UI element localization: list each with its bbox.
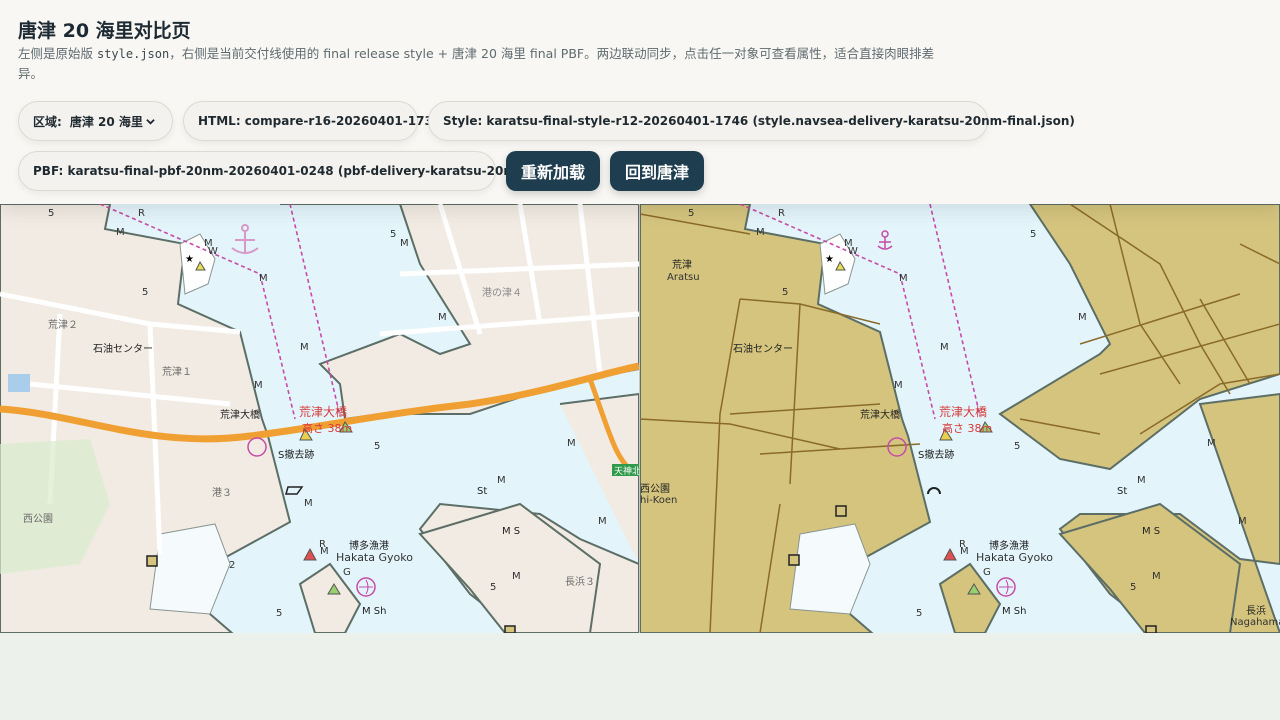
map-final-style[interactable]: ★ 5RM MWM 5M5 M5 MM MMM GRM 55 荒津 Aratsu… <box>640 204 1280 633</box>
pile-marker-2 <box>504 625 516 633</box>
svg-text:M: M <box>304 498 313 509</box>
pile-marker-3 <box>1145 625 1157 633</box>
label-aratsu-jp: 荒津 <box>672 259 692 271</box>
label-msh: M Sh <box>362 606 387 617</box>
svg-text:R: R <box>959 539 966 550</box>
region-dropdown-value: 唐津 20 海里 <box>69 114 143 129</box>
svg-text:M: M <box>1238 516 1247 527</box>
svg-text:G: G <box>343 567 351 578</box>
svg-text:M: M <box>894 380 903 391</box>
label-nishi-park: 西公園 <box>640 483 670 495</box>
svg-text:5: 5 <box>490 582 496 593</box>
svg-text:G: G <box>983 567 991 578</box>
svg-text:★: ★ <box>185 254 194 265</box>
label-st: St <box>1117 486 1127 497</box>
pbf-version-badge: PBF: karatsu-final-pbf-20nm-20260401-024… <box>18 151 564 191</box>
svg-text:W: W <box>848 246 858 257</box>
svg-text:5: 5 <box>390 229 396 240</box>
svg-text:R: R <box>778 208 785 219</box>
label-aratsu-en: Aratsu <box>667 272 700 283</box>
svg-text:M: M <box>1207 438 1216 449</box>
description-text-1: 左侧是原始版 <box>18 46 97 61</box>
label-tenjin-kita: 天神北 <box>614 465 639 477</box>
region-dropdown[interactable]: 唐津 20 海里 <box>70 113 155 130</box>
map-original-style[interactable]: ★ 5RM MWM 5M5 MM5 MMM MMM GRM 552 荒津２ 荒津… <box>0 204 639 633</box>
label-ms: M S <box>502 526 520 537</box>
svg-text:M: M <box>899 273 908 284</box>
svg-text:5: 5 <box>1130 582 1136 593</box>
label-nagahama-jp: 長浜 <box>1246 605 1266 617</box>
label-bridge-red: 荒津大橋 <box>299 405 347 419</box>
label-hakata-en: Hakata Gyoko <box>976 551 1053 564</box>
svg-text:M: M <box>512 571 521 582</box>
svg-text:M: M <box>300 342 309 353</box>
label-nagahama3: 長浜３ <box>565 576 595 588</box>
svg-text:★: ★ <box>825 254 834 265</box>
svg-text:M: M <box>259 273 268 284</box>
page-title: 唐津 20 海里对比页 <box>18 20 191 42</box>
html-version-badge: HTML: compare-r16-20260401-1734 <box>183 101 441 141</box>
svg-text:5: 5 <box>142 287 148 298</box>
place-label-kouzuki2: 荒津２ <box>48 319 78 331</box>
pile-marker <box>146 555 158 567</box>
svg-text:M: M <box>756 227 765 238</box>
label-minato3: 港３ <box>212 487 232 499</box>
svg-text:5: 5 <box>1030 229 1036 240</box>
svg-text:5: 5 <box>782 287 788 298</box>
label-clearance: 高さ 38m <box>942 421 992 435</box>
region-selector: 区域: 唐津 20 海里 <box>18 101 173 141</box>
label-ms: M S <box>1142 526 1160 537</box>
reload-button[interactable]: 重新加载 <box>506 151 600 191</box>
svg-text:R: R <box>138 208 145 219</box>
svg-text:M: M <box>497 475 506 486</box>
label-oil-center: 石油センター <box>733 342 793 355</box>
svg-text:5: 5 <box>276 608 282 619</box>
svg-text:2: 2 <box>229 560 235 571</box>
park-green-patch <box>8 374 30 392</box>
fishing-harbor-icon <box>996 577 1016 597</box>
style-version-badge: Style: karatsu-final-style-r12-20260401-… <box>428 101 1075 141</box>
svg-text:5: 5 <box>1014 441 1020 452</box>
pile-marker <box>835 505 847 517</box>
chevron-down-icon <box>146 118 155 125</box>
fishing-harbor-icon <box>356 577 376 597</box>
svg-text:5: 5 <box>916 608 922 619</box>
label-nishi-park-en: hi-Koen <box>640 495 677 506</box>
svg-text:M: M <box>567 438 576 449</box>
label-oil-center: 石油センター <box>93 342 153 355</box>
place-label-kouzuki1: 荒津１ <box>162 366 192 378</box>
back-to-karatsu-button[interactable]: 回到唐津 <box>610 151 704 191</box>
label-removed: S撤去跡 <box>278 448 314 461</box>
label-bridge: 荒津大橋 <box>220 408 260 421</box>
label-st: St <box>477 486 487 497</box>
description-code: style.json <box>96 47 170 61</box>
svg-text:W: W <box>208 246 218 257</box>
svg-text:5: 5 <box>688 208 694 219</box>
label-nishi-park: 西公園 <box>23 513 53 525</box>
svg-text:M: M <box>438 312 447 323</box>
label-bridge: 荒津大橋 <box>860 408 900 421</box>
label-msh: M Sh <box>1002 606 1027 617</box>
svg-text:M: M <box>598 516 607 527</box>
svg-text:5: 5 <box>48 208 54 219</box>
svg-text:M: M <box>400 238 409 249</box>
svg-text:M: M <box>940 342 949 353</box>
svg-text:5: 5 <box>374 441 380 452</box>
label-hakata-en: Hakata Gyoko <box>336 551 413 564</box>
label-bridge-red: 荒津大橋 <box>939 405 987 419</box>
svg-text:R: R <box>319 539 326 550</box>
svg-text:M: M <box>1078 312 1087 323</box>
pile-marker-2 <box>788 554 800 566</box>
label-clearance: 高さ 38m <box>302 421 352 435</box>
label-pier-area: 港の津４ <box>482 287 522 299</box>
svg-text:M: M <box>1152 571 1161 582</box>
svg-text:M: M <box>116 227 125 238</box>
label-nagahama-en: Nagahama <box>1230 617 1280 628</box>
label-removed: S撤去跡 <box>918 448 954 461</box>
region-label: 区域: <box>33 114 62 129</box>
svg-text:M: M <box>1137 475 1146 486</box>
control-panel: 唐津 20 海里对比页 左侧是原始版 style.json，右侧是当前交付线使用… <box>0 0 1280 204</box>
page-description: 左侧是原始版 style.json，右侧是当前交付线使用的 final rele… <box>18 44 948 83</box>
svg-text:M: M <box>254 380 263 391</box>
